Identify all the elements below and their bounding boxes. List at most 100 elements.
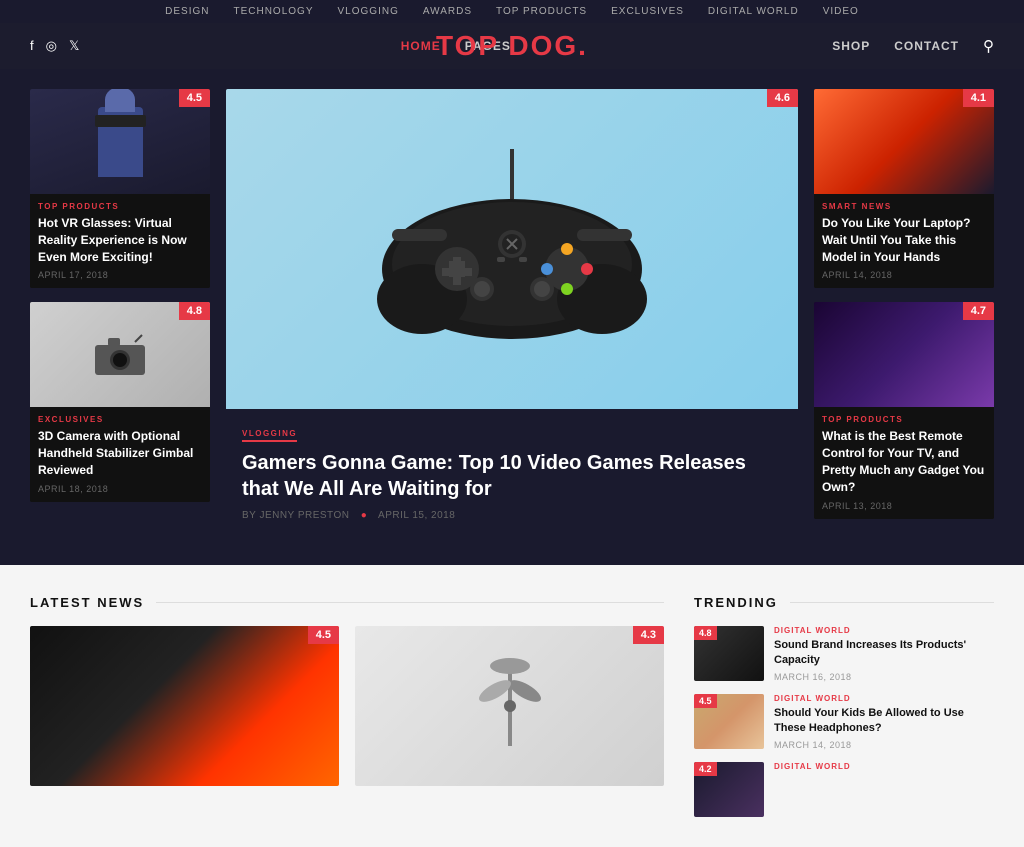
trending-thumb-headphones: 4.5: [694, 694, 764, 749]
hero-featured-body: Vlogging Gamers Gonna Game: Top 10 Video…: [226, 409, 798, 535]
hero-card-camera-date: April 18, 2018: [38, 484, 202, 494]
trending-item-sound-rating: 4.8: [694, 626, 717, 640]
gadget-svg: [470, 656, 550, 756]
trending-item-headphones[interactable]: 4.5 Digital World Should Your Kids Be Al…: [694, 694, 994, 750]
hero-card-camera[interactable]: 4.8 Exclusives 3D Camera with Optional H…: [30, 302, 210, 501]
hero-featured-title: Gamers Gonna Game: Top 10 Video Games Re…: [242, 450, 782, 502]
hero-card-vr-image: 4.5: [30, 89, 210, 194]
hero-card-remote-image: 4.7: [814, 302, 994, 407]
trending-title: Trending: [694, 595, 778, 610]
hero-card-laptop-category: Smart News: [822, 202, 986, 211]
trending-header: Trending: [694, 595, 994, 610]
trending-item-headphones-rating: 4.5: [694, 694, 717, 708]
site-logo[interactable]: TOP DOG.: [436, 30, 588, 62]
trending-item-3-rating: 4.2: [694, 762, 717, 776]
hero-card-vr-date: April 17, 2018: [38, 270, 202, 280]
hero-card-remote-category: Top Products: [822, 415, 986, 424]
hero-card-remote-body: Top Products What is the Best Remote Con…: [814, 407, 994, 518]
hero-card-vr-rating: 4.5: [179, 89, 210, 107]
hero-featured-rating: 4.6: [767, 89, 798, 107]
trending-info-3: Digital World: [774, 762, 994, 774]
news-card-gadget[interactable]: 4.3: [355, 626, 664, 786]
hero-card-vr-title: Hot VR Glasses: Virtual Reality Experien…: [38, 215, 202, 265]
hero-section: 4.5 Top Products Hot VR Glasses: Virtual…: [0, 69, 1024, 565]
trending-info-headphones: Digital World Should Your Kids Be Allowe…: [774, 694, 994, 750]
trending-item-headphones-category: Digital World: [774, 694, 994, 703]
hero-card-camera-title: 3D Camera with Optional Handheld Stabili…: [38, 428, 202, 478]
main-content: Latest News 4.5: [0, 565, 1024, 847]
hero-card-laptop-date: April 14, 2018: [822, 270, 986, 280]
trending-item-sound-date: March 16, 2018: [774, 672, 994, 682]
news-card-gadget-image: 4.3: [355, 626, 664, 786]
trending-list: 4.8 Digital World Sound Brand Increases …: [694, 626, 994, 817]
nav-shop[interactable]: Shop: [832, 39, 870, 53]
trending-item-sound-category: Digital World: [774, 626, 994, 635]
news-grid: 4.5 4.3: [30, 626, 664, 786]
hero-featured-category: Vlogging: [242, 429, 297, 442]
nav-home[interactable]: Home: [401, 39, 441, 53]
latest-news-title: Latest News: [30, 595, 144, 610]
top-nav-video[interactable]: Video: [823, 6, 859, 17]
hero-card-remote[interactable]: 4.7 Top Products What is the Best Remote…: [814, 302, 994, 518]
hero-card-camera-image: 4.8: [30, 302, 210, 407]
search-icon[interactable]: ⚲: [983, 37, 994, 55]
header: f ◎ 𝕏 Home Pages TOP DOG. Shop Contact ⚲: [0, 23, 1024, 69]
controller-bg: [226, 89, 798, 409]
trending-thumb-sound: 4.8: [694, 626, 764, 681]
trending-item-headphones-title: Should Your Kids Be Allowed to Use These…: [774, 706, 994, 737]
hero-card-vr[interactable]: 4.5 Top Products Hot VR Glasses: Virtual…: [30, 89, 210, 288]
trending-info-sound: Digital World Sound Brand Increases Its …: [774, 626, 994, 682]
hero-card-vr-body: Top Products Hot VR Glasses: Virtual Rea…: [30, 194, 210, 288]
top-nav-digital-world[interactable]: Digital World: [708, 6, 799, 17]
trending-item-3-category: Digital World: [774, 762, 994, 771]
phone-image-bg: [30, 626, 339, 786]
hero-card-camera-rating: 4.8: [179, 302, 210, 320]
hero-right-col: 4.1 Smart News Do You Like Your Laptop? …: [814, 89, 994, 535]
top-nav-awards[interactable]: Awards: [423, 6, 472, 17]
camera-svg: [90, 330, 150, 380]
facebook-icon[interactable]: f: [30, 38, 34, 54]
hero-card-remote-date: April 13, 2018: [822, 501, 986, 511]
top-nav-design[interactable]: Design: [165, 6, 209, 17]
latest-news-header: Latest News: [30, 595, 664, 610]
top-nav-exclusives[interactable]: Exclusives: [611, 6, 684, 17]
hero-featured-author: By Jenny Preston: [242, 510, 349, 521]
hero-featured-meta: By Jenny Preston ● April 15, 2018: [242, 510, 782, 521]
latest-news-divider: [156, 602, 664, 603]
top-nav-vlogging[interactable]: Vlogging: [338, 6, 399, 17]
top-nav-top-products[interactable]: Top Products: [496, 6, 587, 17]
news-card-phone[interactable]: 4.5: [30, 626, 339, 786]
hero-left-col: 4.5 Top Products Hot VR Glasses: Virtual…: [30, 89, 210, 535]
hero-featured-image: 4.6: [226, 89, 798, 409]
logo-dot: .: [578, 30, 588, 61]
instagram-icon[interactable]: ◎: [46, 38, 57, 54]
vr-figure: [98, 107, 143, 177]
trending-item-sound[interactable]: 4.8 Digital World Sound Brand Increases …: [694, 626, 994, 682]
trending-item-3[interactable]: 4.2 Digital World: [694, 762, 994, 817]
gadget-image-bg: [355, 626, 664, 786]
hero-card-laptop[interactable]: 4.1 Smart News Do You Like Your Laptop? …: [814, 89, 994, 288]
hero-card-remote-rating: 4.7: [963, 302, 994, 320]
right-nav: Shop Contact ⚲: [832, 37, 994, 55]
news-card-phone-image: 4.5: [30, 626, 339, 786]
nav-contact[interactable]: Contact: [894, 39, 959, 53]
hero-featured-date: April 15, 2018: [378, 510, 455, 521]
hero-featured-card[interactable]: 4.6 Vlogging Gamers Gonna Game: Top 10 V…: [226, 89, 798, 535]
trending-item-sound-title: Sound Brand Increases Its Products' Capa…: [774, 638, 994, 669]
trending-section: Trending 4.8 Digital World Sound Brand I…: [694, 595, 994, 817]
hero-card-laptop-title: Do You Like Your Laptop? Wait Until You …: [822, 215, 986, 265]
top-nav-technology[interactable]: Technology: [233, 6, 313, 17]
hero-card-camera-category: Exclusives: [38, 415, 202, 424]
news-card-gadget-rating: 4.3: [633, 626, 664, 644]
hero-card-remote-title: What is the Best Remote Control for Your…: [822, 428, 986, 495]
latest-news-section: Latest News 4.5: [30, 595, 664, 817]
twitter-icon[interactable]: 𝕏: [69, 38, 79, 54]
trending-divider: [790, 602, 994, 603]
social-icons: f ◎ 𝕏: [30, 38, 79, 54]
top-bar: Design Technology Vlogging Awards Top Pr…: [0, 0, 1024, 23]
hero-card-laptop-body: Smart News Do You Like Your Laptop? Wait…: [814, 194, 994, 288]
hero-card-vr-category: Top Products: [38, 202, 202, 211]
logo-text: TOP DOG: [436, 30, 578, 61]
hero-card-laptop-image: 4.1: [814, 89, 994, 194]
top-nav: Design Technology Vlogging Awards Top Pr…: [0, 6, 1024, 17]
